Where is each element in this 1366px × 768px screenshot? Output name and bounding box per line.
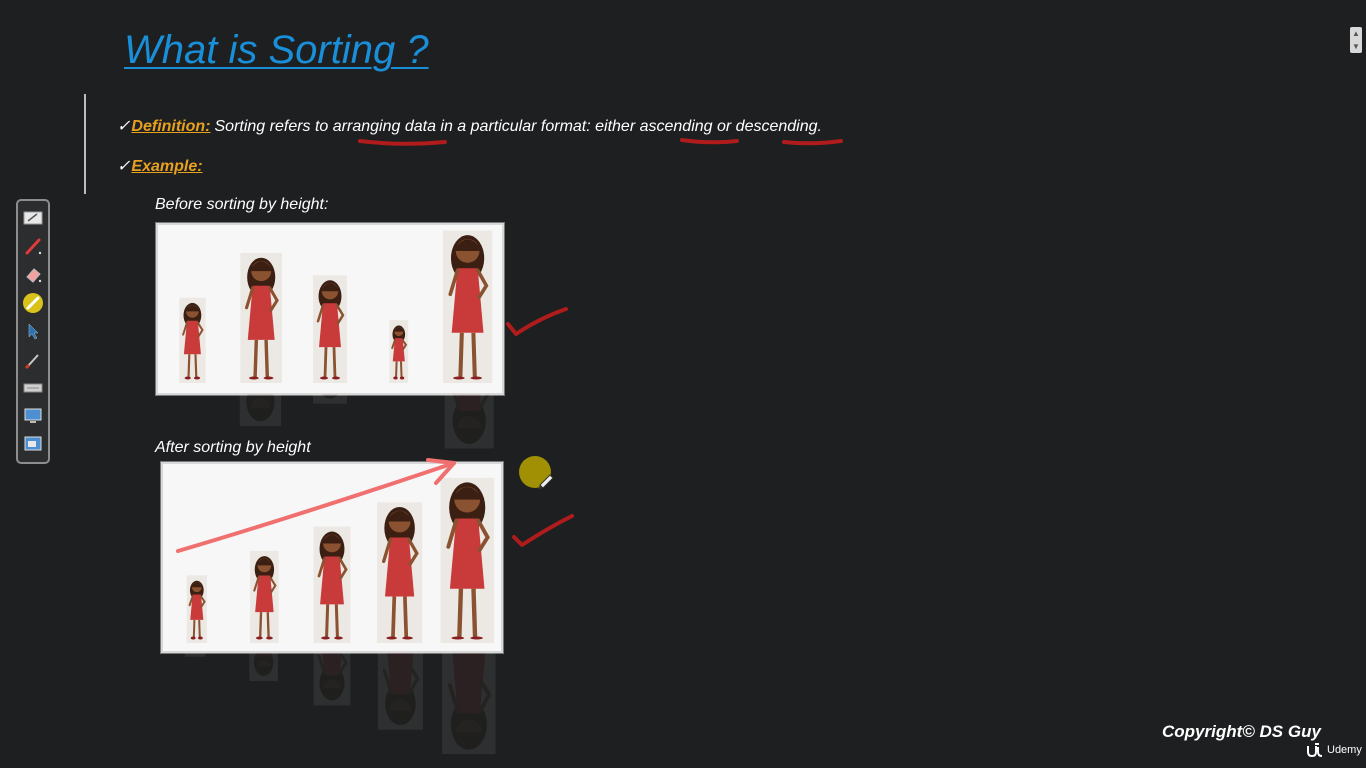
underline-arranging — [358, 139, 447, 146]
person-figure — [240, 252, 282, 383]
check-annotation-after — [512, 514, 574, 547]
before-caption: Before sorting by height: — [155, 196, 329, 213]
check-mark: ✓ — [117, 158, 131, 175]
before-sorting-image — [156, 223, 504, 395]
example-bullet: ✓Example: — [117, 156, 207, 176]
before-figures — [179, 230, 493, 383]
person-figure — [377, 502, 423, 643]
check-mark: ✓ — [117, 118, 131, 135]
after-reflection-figures — [185, 653, 496, 755]
check-annotation-before — [506, 307, 568, 336]
screen-icon[interactable] — [22, 406, 44, 427]
pen-icon[interactable] — [22, 235, 44, 256]
highlighter-cursor-icon — [518, 455, 554, 491]
underline-ascending — [680, 138, 739, 145]
definition-label: Definition: — [131, 118, 211, 135]
person-figure — [186, 575, 207, 643]
presentation-control-widget[interactable]: ▲ ▼ — [1350, 27, 1362, 53]
annotation-toolbar — [16, 199, 50, 464]
person-figure — [313, 653, 351, 706]
whiteboard-icon[interactable] — [22, 207, 44, 228]
udemy-logo: Udemy — [1306, 743, 1362, 757]
definition-bullet: ✓Definition: Sorting refers to arranging … — [117, 116, 822, 136]
person-figure — [250, 550, 279, 643]
example-label: Example: — [131, 158, 203, 175]
window-icon[interactable] — [22, 434, 44, 455]
down-arrow-icon: ▼ — [1352, 42, 1360, 51]
definition-text: Sorting refers to arranging data in a pa… — [214, 118, 822, 135]
person-figure — [313, 526, 351, 643]
person-figure — [179, 297, 206, 383]
person-figure — [443, 230, 493, 383]
person-figure — [249, 653, 278, 682]
up-arrow-icon: ▲ — [1352, 29, 1360, 38]
divider-bar — [84, 94, 86, 194]
underline-descending — [782, 139, 843, 146]
slide-title: What is Sorting ? — [124, 28, 429, 72]
after-sorting-image — [161, 462, 503, 653]
udemy-logo-icon — [1307, 743, 1323, 757]
person-figure — [442, 653, 496, 755]
brush-icon[interactable] — [22, 349, 44, 370]
udemy-logo-text: Udemy — [1327, 744, 1362, 756]
after-caption: After sorting by height — [155, 439, 311, 456]
after-figures — [186, 477, 494, 643]
slide-canvas: What is Sorting ? ✓Definition: Sorting re… — [0, 0, 1366, 768]
person-figure — [313, 275, 347, 383]
keyboard-icon[interactable] — [22, 377, 44, 398]
person-figure — [185, 653, 206, 657]
copyright-text: Copyright© DS Guy — [1162, 722, 1321, 741]
person-figure — [444, 394, 494, 449]
after-image-reflection — [161, 653, 503, 768]
person-figure — [389, 320, 409, 383]
highlighter-icon[interactable] — [22, 292, 44, 314]
pointer-icon[interactable] — [22, 321, 44, 342]
person-figure — [440, 477, 494, 643]
person-figure — [239, 394, 282, 427]
eraser-icon[interactable] — [22, 264, 44, 285]
person-figure — [313, 394, 347, 404]
person-figure — [377, 653, 423, 730]
